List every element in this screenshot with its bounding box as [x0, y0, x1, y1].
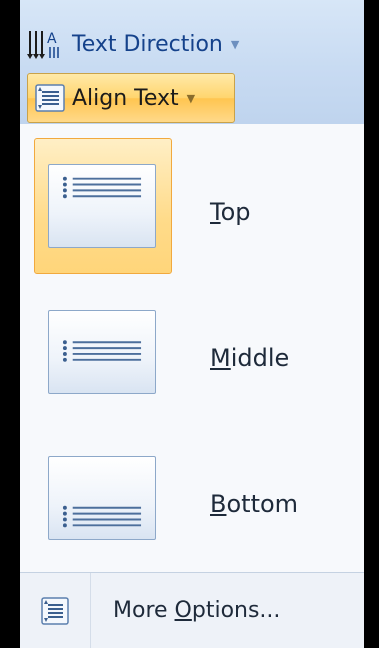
more-options-gutter — [20, 573, 91, 648]
align-middle-label: Middle — [210, 344, 290, 372]
ribbon-strip: A Text Direction ▼ Align Text ▼ — [20, 0, 364, 125]
svg-text:A: A — [47, 31, 57, 47]
align-text-icon — [35, 84, 65, 112]
align-top-icon — [48, 164, 156, 248]
align-middle-option[interactable]: Middle — [34, 284, 352, 428]
text-direction-icon: A — [27, 31, 59, 59]
align-text-label: Align Text — [72, 85, 179, 111]
more-options-item[interactable]: More Options... — [20, 573, 364, 648]
align-bottom-option[interactable]: Bottom — [34, 430, 352, 574]
chevron-down-icon: ▼ — [230, 37, 240, 51]
align-bottom-icon — [48, 456, 156, 540]
more-options-label: More Options... — [113, 598, 281, 623]
align-options-menu: Top Middle Bottom — [20, 124, 364, 576]
text-direction-button[interactable]: A Text Direction ▼ — [26, 24, 326, 64]
align-text-button[interactable]: Align Text ▼ — [27, 73, 235, 123]
align-text-dropdown-panel: A Text Direction ▼ Align Text ▼ Top Midd… — [20, 0, 364, 648]
align-top-option[interactable]: Top — [34, 138, 352, 282]
chevron-down-icon: ▼ — [186, 91, 196, 105]
window-frame: A Text Direction ▼ Align Text ▼ Top Midd… — [0, 0, 379, 648]
align-bottom-label: Bottom — [210, 490, 299, 518]
more-options-icon — [41, 596, 69, 625]
align-top-label: Top — [210, 198, 251, 226]
align-middle-icon — [48, 310, 156, 394]
text-direction-label: Text Direction — [72, 31, 223, 57]
